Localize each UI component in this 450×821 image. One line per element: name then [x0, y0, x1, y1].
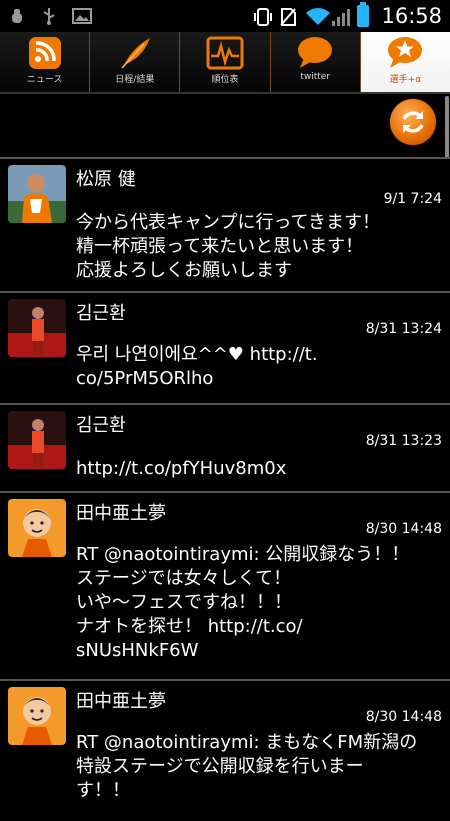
list-item[interactable]: 김근환 8/31 13:24 우리 나연이에요^^♥ http://t. co/…: [0, 291, 450, 403]
tab-label: twitter: [300, 72, 331, 82]
refresh-icon: [402, 111, 424, 133]
star-bubble-icon: [386, 36, 424, 70]
tweet-time: 8/31 13:23: [365, 433, 442, 449]
tab-schedule[interactable]: 日程/結果: [89, 32, 180, 92]
debug-icon: [8, 7, 26, 25]
battery-icon: [357, 2, 370, 27]
tweet-list: 松原 健 9/1 7:24 今から代表キャンプに行ってきます！ 精一杯頑張って来…: [0, 157, 450, 821]
tweet-time: 8/31 13:24: [365, 321, 442, 337]
tab-twitter[interactable]: twitter: [269, 32, 360, 92]
author-name: 김근환: [76, 303, 126, 324]
tweet-time: 8/30 14:48: [365, 709, 442, 725]
rss-icon: [26, 36, 64, 70]
clock: 16:58: [381, 4, 442, 28]
tab-label: ニュース: [26, 75, 63, 85]
list-item[interactable]: 松原 健 9/1 7:24 今から代表キャンプに行ってきます！ 精一杯頑張って来…: [0, 157, 450, 291]
tweet-time: 9/1 7:24: [383, 191, 442, 207]
tab-standings[interactable]: 順位表: [179, 32, 270, 92]
list-item[interactable]: 김근환 8/31 13:23 http://t.co/pfYHuv8m0x: [0, 403, 450, 491]
tweet-text: RT @naotointiraymi: 公開収録なう！！ ステージでは女々しくて…: [76, 544, 410, 661]
toolbar: [0, 94, 450, 156]
status-bar: 16:58: [0, 0, 450, 32]
no-sim-icon: [279, 7, 297, 26]
author-name: 田中亜土夢: [76, 503, 166, 524]
avatar: [8, 299, 66, 357]
list-item[interactable]: 田中亜土夢 8/30 14:48 RT @naotointiraymi: 公開収…: [0, 491, 450, 679]
tweet-time: 8/30 14:48: [365, 521, 442, 537]
avatar: [8, 165, 66, 223]
wifi-icon: [305, 7, 331, 25]
tab-label: 選手+α: [389, 75, 422, 85]
tab-bar: ニュース 日程/結果 順位表 twitter 選手+α: [0, 32, 450, 94]
tab-players[interactable]: 選手+α: [359, 32, 450, 92]
tweet-text: 우리 나연이에요^^♥ http://t. co/5PrM5ORlho: [76, 344, 318, 389]
vibrate-icon: [253, 7, 273, 26]
tweet-text: 今から代表キャンプに行ってきます！ 精一杯頑張って来たいと思います！ 応援よろし…: [76, 212, 381, 281]
usb-icon: [40, 7, 58, 25]
tab-label: 順位表: [211, 75, 239, 85]
avatar: [8, 499, 66, 557]
image-icon: [72, 7, 92, 25]
tab-label: 日程/結果: [115, 75, 155, 85]
author-name: 松原 健: [76, 169, 136, 190]
signal-icon: [331, 7, 351, 26]
author-name: 김근환: [76, 415, 126, 436]
avatar: [8, 411, 66, 469]
tab-news[interactable]: ニュース: [0, 32, 90, 92]
avatar: [8, 687, 66, 745]
tweet-text: RT @naotointiraymi: まもなくFM新潟の 特設ステージで公開収…: [76, 732, 418, 801]
speech-bubble-icon: [296, 36, 334, 70]
refresh-button[interactable]: [390, 99, 436, 145]
feather-icon: [116, 36, 154, 70]
tweet-text: http://t.co/pfYHuv8m0x: [76, 458, 287, 479]
chart-icon: [206, 36, 244, 70]
author-name: 田中亜土夢: [76, 691, 166, 712]
